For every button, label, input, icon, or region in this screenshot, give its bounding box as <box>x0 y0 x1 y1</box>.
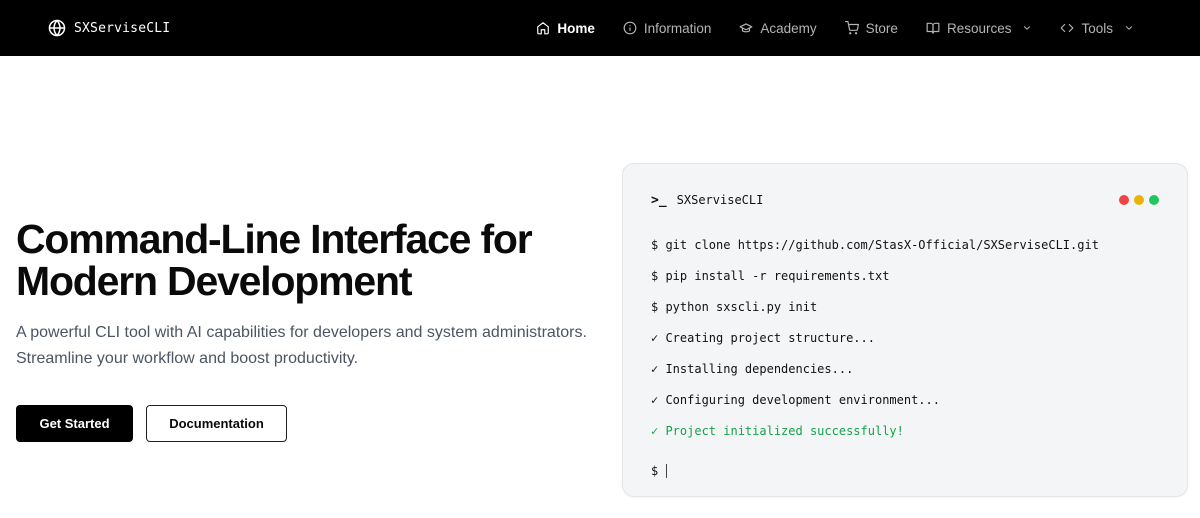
nav-links: Home Information Academy Store Resources <box>522 0 1148 56</box>
hero-title-line1: Command-Line Interface for <box>16 216 533 262</box>
nav-label-information: Information <box>643 20 712 36</box>
hero-title: Command-Line Interface for Modern Develo… <box>16 218 576 302</box>
minimize-dot-icon[interactable] <box>1134 195 1144 205</box>
terminal-line: ✓ Configuring development environment... <box>651 393 940 407</box>
terminal-title: SXServiseCLI <box>676 193 764 207</box>
nav-item-store[interactable]: Store <box>831 0 912 56</box>
code-icon <box>1060 21 1074 35</box>
nav-label-tools: Tools <box>1081 20 1113 36</box>
brand-logo[interactable]: SXServiseCLI <box>48 0 170 56</box>
terminal-icon: >_ <box>651 192 667 208</box>
terminal-line: ✓ Installing dependencies... <box>651 362 854 376</box>
terminal-line: ✓ Creating project structure... <box>651 331 875 345</box>
nav-item-tools[interactable]: Tools <box>1046 0 1148 56</box>
brand-name: SXServiseCLI <box>74 20 171 36</box>
chevron-down-icon <box>1124 23 1134 33</box>
hero-subtitle-line2: Streamline your workflow and boost produ… <box>16 350 359 367</box>
cart-icon <box>844 21 859 35</box>
navbar: SXServiseCLI Home Information Academy St… <box>0 0 1200 56</box>
info-icon <box>623 21 637 35</box>
terminal-prompt: $ <box>651 463 659 478</box>
graduation-cap-icon <box>739 21 753 35</box>
close-dot-icon[interactable] <box>1119 195 1129 205</box>
nav-item-academy[interactable]: Academy <box>725 0 830 56</box>
nav-item-information[interactable]: Information <box>609 0 726 56</box>
terminal-prompt-line[interactable]: $ <box>651 455 1167 486</box>
terminal-line: $ git clone https://github.com/StasX-Off… <box>651 238 1099 252</box>
terminal-line: $ python sxscli.py init <box>651 300 818 314</box>
globe-icon <box>48 19 66 37</box>
nav-label-home: Home <box>557 20 595 36</box>
hero-title-line2: Modern Development <box>16 258 412 304</box>
terminal-success-line: ✓ Project initialized successfully! <box>651 424 904 438</box>
terminal-output: $ git clone https://github.com/StasX-Off… <box>651 238 1167 486</box>
terminal-window: >_ SXServiseCLI $ git clone https://gith… <box>622 163 1188 497</box>
maximize-dot-icon[interactable] <box>1149 195 1159 205</box>
nav-item-home[interactable]: Home <box>522 0 609 56</box>
get-started-button[interactable]: Get Started <box>16 405 133 442</box>
nav-label-resources: Resources <box>946 20 1012 36</box>
terminal-line: $ pip install -r requirements.txt <box>651 269 890 283</box>
hero-subtitle-line1: A powerful CLI tool with AI capabilities… <box>16 324 587 341</box>
text-cursor <box>666 463 668 478</box>
documentation-button[interactable]: Documentation <box>146 405 287 442</box>
nav-label-academy: Academy <box>760 20 817 36</box>
nav-label-store: Store <box>865 20 898 36</box>
nav-item-resources[interactable]: Resources <box>912 0 1047 56</box>
home-icon <box>536 21 550 35</box>
chevron-down-icon <box>1022 23 1032 33</box>
window-controls <box>1119 195 1159 205</box>
terminal-header: >_ SXServiseCLI <box>651 192 1159 208</box>
book-icon <box>926 21 940 35</box>
hero-subtitle: A powerful CLI tool with AI capabilities… <box>16 320 596 372</box>
